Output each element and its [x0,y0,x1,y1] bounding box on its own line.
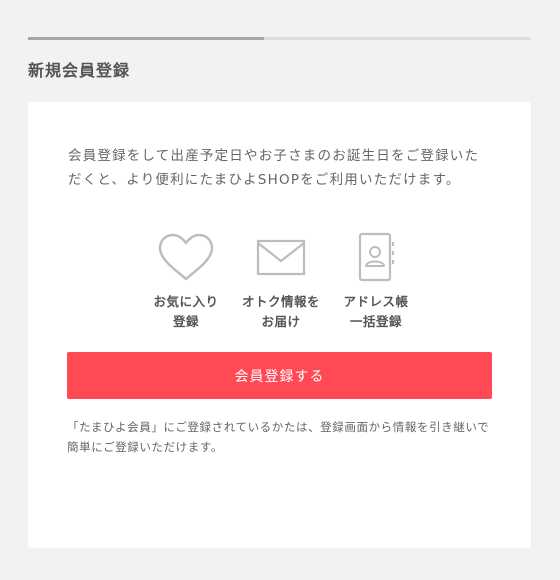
envelope-icon [256,239,306,276]
feature-favorites: お気に入り 登録 [138,232,234,332]
feature-deals: オトク情報を お届け [233,232,329,332]
feature-label: お気に入り 登録 [153,294,219,329]
existing-member-note: 「たまひよ会員」にご登録されているかたは、登録画面から情報を引き継いで簡単にご登… [67,420,490,454]
registration-card: 会員登録をして出産予定日やお子さまのお誕生日をご登録いただくと、より便利にたまひ… [28,102,531,548]
feature-label: アドレス帳 一括登録 [343,294,409,329]
feature-address-book: アドレス帳 一括登録 [328,232,424,332]
register-button[interactable]: 会員登録する [67,352,492,399]
feature-list: お気に入り 登録 オトク情報を お届け アドレス帳 一括登録 [138,232,428,332]
page-title: 新規会員登録 [28,61,131,80]
progress-bar [28,37,531,40]
feature-label: オトク情報を お届け [241,294,320,329]
address-book-icon [358,232,394,282]
intro-text: 会員登録をして出産予定日やお子さまのお誕生日をご登録いただくと、より便利にたまひ… [68,148,480,188]
heart-icon [158,233,214,281]
progress-bar-fill [28,37,265,40]
